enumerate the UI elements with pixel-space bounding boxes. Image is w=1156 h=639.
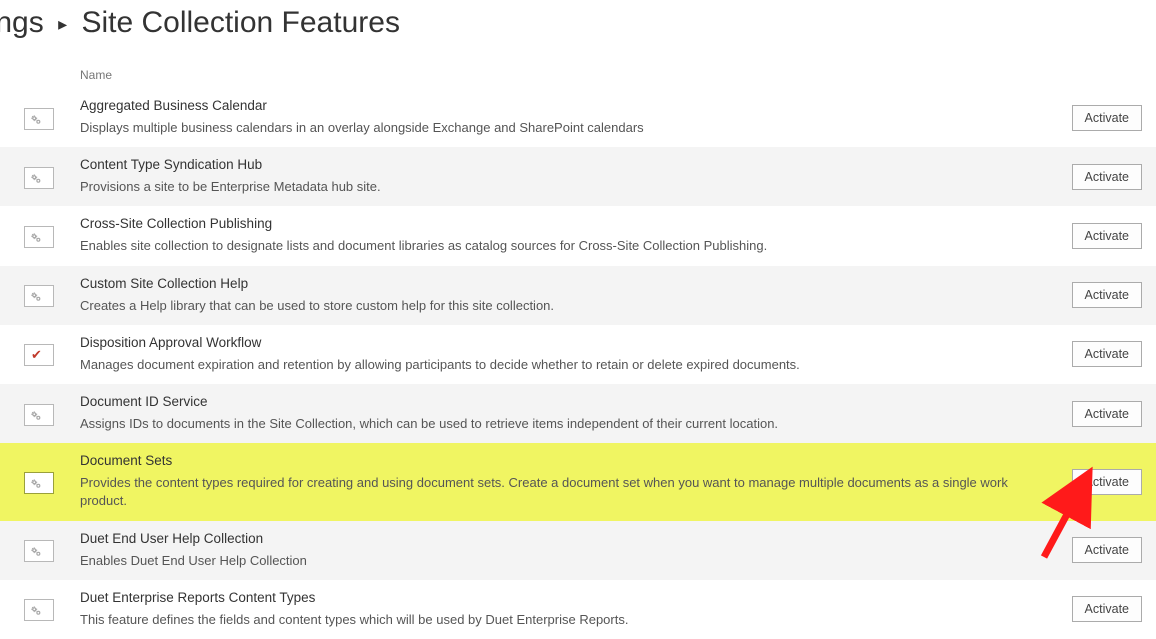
feature-description: Displays multiple business calendars in … (80, 119, 1036, 137)
feature-icon-cell (24, 470, 80, 494)
feature-row: Cross-Site Collection Publishing Enables … (0, 206, 1156, 265)
feature-title: Cross-Site Collection Publishing (80, 216, 1036, 231)
feature-text: Cross-Site Collection Publishing Enables … (80, 216, 1052, 255)
feature-title: Duet Enterprise Reports Content Types (80, 590, 1036, 605)
activate-button[interactable]: Activate (1072, 341, 1142, 367)
feature-gear-icon (24, 404, 54, 426)
feature-action: Activate (1052, 537, 1142, 563)
feature-icon-cell (24, 283, 80, 307)
feature-action: Activate (1052, 164, 1142, 190)
feature-gear-icon (24, 226, 54, 248)
feature-icon-cell (24, 106, 80, 130)
feature-row: Duet Enterprise Reports Content Types Thi… (0, 580, 1156, 639)
feature-text: Aggregated Business Calendar Displays mul… (80, 98, 1052, 137)
feature-action: Activate (1052, 223, 1142, 249)
activate-button[interactable]: Activate (1072, 105, 1142, 131)
workflow-check-icon: ✔ (24, 344, 54, 366)
activate-button[interactable]: Activate (1072, 223, 1142, 249)
feature-gear-icon (24, 540, 54, 562)
breadcrumb-prev[interactable]: ttings (0, 6, 44, 39)
feature-row: Document Sets Provides the content types … (0, 443, 1156, 520)
feature-row: ✔ Disposition Approval Workflow Manages do… (0, 325, 1156, 384)
feature-text: Content Type Syndication Hub Provisions a… (80, 157, 1052, 196)
feature-action: Activate (1052, 469, 1142, 495)
feature-description: Provisions a site to be Enterprise Metad… (80, 178, 1036, 196)
feature-description: Assigns IDs to documents in the Site Col… (80, 415, 1036, 433)
chevron-right-icon: ▸ (58, 14, 67, 34)
feature-row: Content Type Syndication Hub Provisions a… (0, 147, 1156, 206)
feature-text: Disposition Approval Workflow Manages doc… (80, 335, 1052, 374)
feature-action: Activate (1052, 282, 1142, 308)
feature-text: Duet End User Help Collection Enables Due… (80, 531, 1052, 570)
feature-gear-icon (24, 285, 54, 307)
feature-gear-icon (24, 472, 54, 494)
feature-text: Document Sets Provides the content types … (80, 453, 1052, 510)
activate-button[interactable]: Activate (1072, 164, 1142, 190)
feature-icon-cell (24, 538, 80, 562)
feature-icon-cell (24, 597, 80, 621)
feature-action: Activate (1052, 596, 1142, 622)
feature-description: Enables site collection to designate lis… (80, 237, 1036, 255)
feature-gear-icon (24, 108, 54, 130)
feature-gear-icon (24, 167, 54, 189)
feature-title: Duet End User Help Collection (80, 531, 1036, 546)
feature-row: Aggregated Business Calendar Displays mul… (0, 88, 1156, 147)
feature-action: Activate (1052, 105, 1142, 131)
column-name-header: Name (80, 68, 112, 82)
activate-button[interactable]: Activate (1072, 469, 1142, 495)
feature-title: Disposition Approval Workflow (80, 335, 1036, 350)
feature-icon-cell (24, 165, 80, 189)
feature-description: Manages document expiration and retentio… (80, 356, 1036, 374)
feature-action: Activate (1052, 341, 1142, 367)
feature-row: Duet End User Help Collection Enables Due… (0, 521, 1156, 580)
feature-row: Document ID Service Assigns IDs to docume… (0, 384, 1156, 443)
feature-description: This feature defines the fields and cont… (80, 611, 1036, 629)
activate-button[interactable]: Activate (1072, 537, 1142, 563)
table-header: Name (0, 62, 1156, 88)
feature-action: Activate (1052, 401, 1142, 427)
feature-gear-icon (24, 599, 54, 621)
feature-title: Document ID Service (80, 394, 1036, 409)
feature-title: Content Type Syndication Hub (80, 157, 1036, 172)
feature-title: Document Sets (80, 453, 1036, 468)
feature-icon-cell (24, 224, 80, 248)
breadcrumb-current: Site Collection Features (81, 6, 400, 39)
activate-button[interactable]: Activate (1072, 401, 1142, 427)
feature-icon-cell: ✔ (24, 342, 80, 366)
feature-icon-cell (24, 402, 80, 426)
feature-text: Duet Enterprise Reports Content Types Thi… (80, 590, 1052, 629)
feature-title: Aggregated Business Calendar (80, 98, 1036, 113)
feature-text: Custom Site Collection Help Creates a Hel… (80, 276, 1052, 315)
feature-text: Document ID Service Assigns IDs to docume… (80, 394, 1052, 433)
feature-description: Enables Duet End User Help Collection (80, 552, 1036, 570)
feature-description: Creates a Help library that can be used … (80, 297, 1036, 315)
activate-button[interactable]: Activate (1072, 282, 1142, 308)
feature-row: Custom Site Collection Help Creates a Hel… (0, 266, 1156, 325)
activate-button[interactable]: Activate (1072, 596, 1142, 622)
feature-title: Custom Site Collection Help (80, 276, 1036, 291)
breadcrumb: ttings ▸ Site Collection Features (0, 0, 1156, 62)
feature-description: Provides the content types required for … (80, 474, 1036, 510)
features-table: Name Aggregated Business Calendar Display… (0, 62, 1156, 639)
